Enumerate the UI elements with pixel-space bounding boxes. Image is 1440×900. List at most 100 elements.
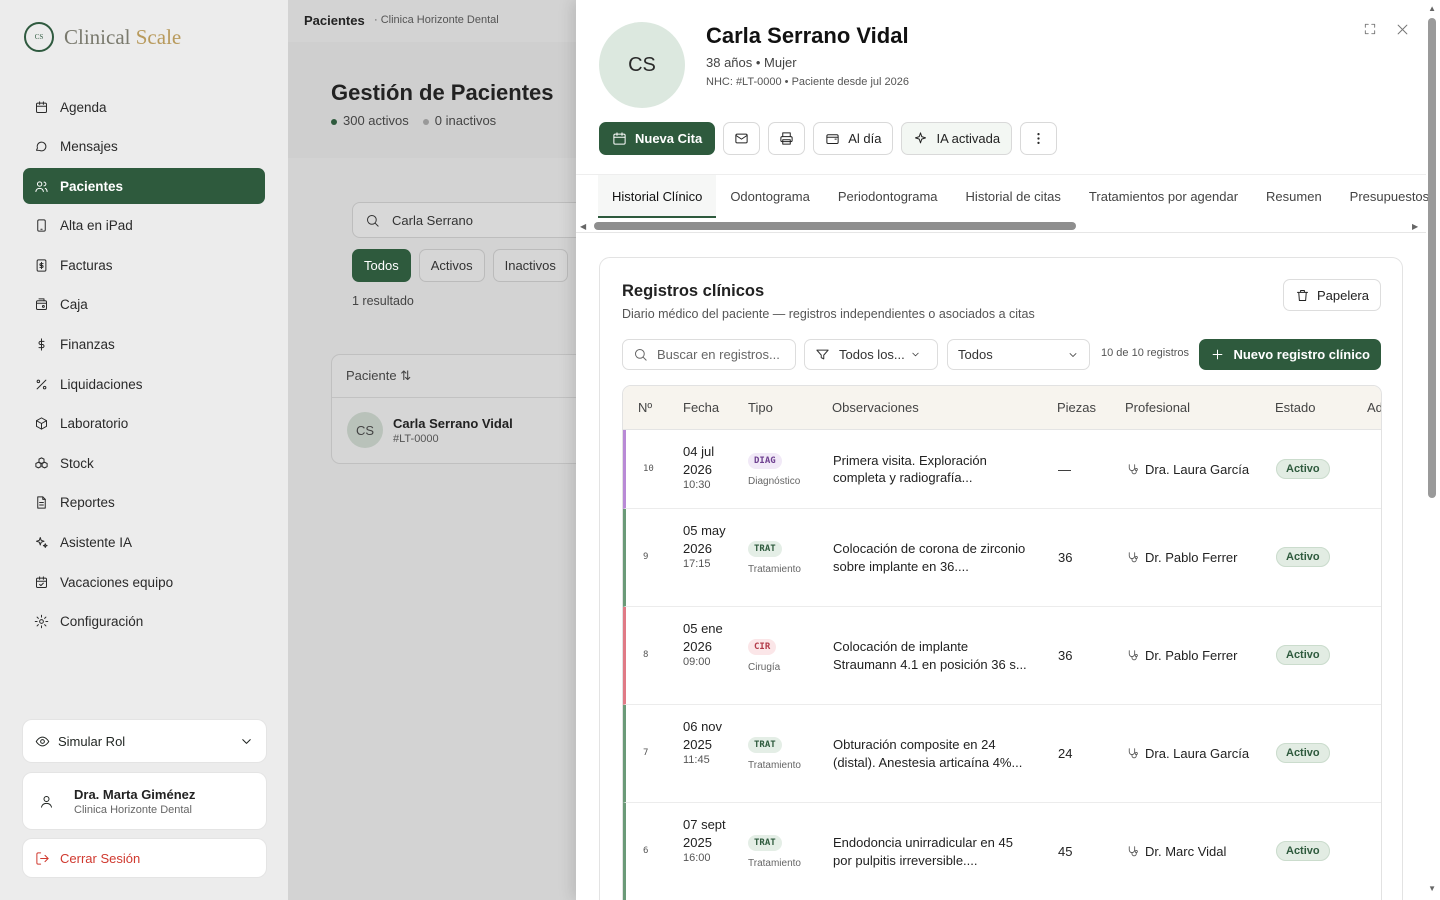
tab-0[interactable]: Historial Clínico [598, 175, 717, 218]
more-options-button[interactable] [1020, 122, 1058, 155]
record-professional: Dra. Laura García [1126, 746, 1249, 761]
status-badge: Activo [1276, 458, 1330, 479]
tab-6[interactable]: Presupuestos [1336, 175, 1440, 218]
sidebar-item-label: Pacientes [60, 178, 124, 194]
tablet-icon [37, 219, 46, 232]
boxes-icon [35, 457, 48, 469]
record-pieces: 36 [1058, 550, 1073, 565]
mail-icon [735, 133, 748, 144]
breadcrumb[interactable]: Pacientes [304, 13, 365, 28]
print-button[interactable] [768, 122, 806, 155]
patient-actions: Nueva Cita Al día IA activada [599, 122, 1058, 155]
records-search-input[interactable]: Buscar en registros... [622, 339, 796, 370]
status-filter-select[interactable]: Todos [947, 339, 1090, 370]
column-header[interactable]: Adj. [1367, 400, 1381, 415]
logout-button[interactable]: Cerrar Sesión [23, 839, 266, 877]
new-record-button[interactable]: Nuevo registro clínico [1199, 339, 1381, 370]
sidebar-item-vacaciones-equipo[interactable]: Vacaciones equipo [23, 564, 265, 600]
tab-3[interactable]: Historial de citas [952, 175, 1075, 218]
report-icon [37, 496, 46, 510]
payment-status-button[interactable]: Al día [813, 122, 894, 155]
user-name: Dra. Marta Giménez [74, 786, 196, 802]
chevron-down-icon [242, 738, 251, 744]
table-row[interactable]: 6 07 sept 2025 16:00 TRAT Tratamiento Endodon… [623, 803, 1381, 900]
column-header[interactable]: Piezas [1057, 400, 1096, 415]
calendar-icon [36, 100, 47, 113]
tabs-scrollbar[interactable] [594, 222, 1076, 230]
filter-inactivos[interactable]: Inactivos [492, 249, 568, 282]
printer-icon [780, 132, 793, 145]
trash-button[interactable]: Papelera [1282, 279, 1381, 311]
column-patient[interactable]: Paciente ⇅ [332, 355, 590, 398]
close-icon[interactable] [1395, 22, 1410, 37]
column-header[interactable]: Estado [1275, 400, 1315, 415]
sidebar-item-mensajes[interactable]: Mensajes [23, 129, 265, 165]
new-appointment-button[interactable]: Nueva Cita [599, 122, 716, 155]
table-row[interactable]: CS Carla Serrano Vidal #LT-0000 [332, 398, 590, 448]
table-row[interactable]: 10 04 jul 2026 10:30 DIAG Diagnóstico Primera… [623, 430, 1381, 509]
record-number: 10 [643, 463, 654, 474]
type-filter-select[interactable]: Todos los... [804, 339, 938, 370]
scroll-down-icon[interactable]: ▼ [1428, 884, 1436, 893]
drawer-scrollbar[interactable] [1428, 18, 1436, 498]
column-header[interactable]: Fecha [683, 400, 719, 415]
result-count: 1 resultado [352, 294, 414, 308]
tab-2[interactable]: Periodontograma [824, 175, 952, 218]
record-professional: Dra. Laura García [1126, 462, 1249, 477]
records-count: 10 de 10 registros [1101, 347, 1190, 359]
sidebar-item-agenda[interactable]: Agenda [23, 89, 265, 125]
filter-todos[interactable]: Todos [352, 249, 411, 282]
scroll-left-icon[interactable]: ◀ [580, 222, 586, 231]
record-time: 09:00 [683, 656, 711, 668]
wallet-icon [826, 134, 839, 144]
sidebar-item-pacientes[interactable]: Pacientes [23, 168, 265, 205]
table-row[interactable]: 8 05 ene 2026 09:00 CIR Cirugía Colocación de… [623, 607, 1381, 705]
record-type: CIR Cirugía [748, 636, 780, 673]
records-table-header: Nº Fecha Tipo Observaciones Piezas Profesiona… [623, 386, 1381, 430]
patient-search-input[interactable]: Carla Serrano [352, 202, 612, 238]
logo-text: Clinical Scale [64, 24, 182, 49]
sidebar-item-finanzas[interactable]: Finanzas [23, 327, 265, 363]
column-header[interactable]: Tipo [748, 400, 773, 415]
search-icon [367, 214, 379, 227]
column-header[interactable]: Profesional [1125, 400, 1190, 415]
sidebar-item-facturas[interactable]: Facturas [23, 247, 265, 283]
scroll-up-icon[interactable]: ▲ [1428, 4, 1436, 13]
sidebar-item-configuracion[interactable]: Configuración [23, 604, 265, 640]
sidebar-item-reportes[interactable]: Reportes [23, 485, 265, 521]
page-title: Gestión de Pacientes [331, 80, 554, 105]
expand-icon[interactable] [1363, 22, 1377, 36]
sidebar-item-liquidaciones[interactable]: Liquidaciones [23, 366, 265, 402]
sidebar-item-alta-en-ipad[interactable]: Alta en iPad [23, 208, 265, 244]
app-logo[interactable]: CS Clinical Scale [24, 22, 181, 52]
simulate-role-select[interactable]: Simular Rol [23, 720, 266, 762]
record-time: 17:15 [683, 558, 711, 570]
record-type: TRAT Tratamiento [748, 832, 801, 869]
records-search-placeholder: Buscar en registros... [657, 347, 780, 362]
tab-list: Historial Clínico Odontograma Periodontogr… [598, 175, 1440, 218]
sidebar-item-asistente-ia[interactable]: Asistente IA [23, 525, 265, 561]
status-badge: Activo [1276, 645, 1330, 665]
percent-icon [36, 379, 47, 390]
tab-1[interactable]: Odontograma [716, 175, 824, 218]
email-button[interactable] [723, 122, 761, 155]
simulate-role-label: Simular Rol [58, 733, 126, 749]
record-professional: Dr. Marc Vidal [1126, 844, 1226, 859]
column-header[interactable]: Observaciones [832, 400, 919, 415]
filter-activos[interactable]: Activos [418, 249, 485, 282]
table-row[interactable]: 7 06 nov 2025 11:45 TRAT Tratamiento Obturaci… [623, 705, 1381, 803]
user-profile-card[interactable]: Dra. Marta Giménez Clinica Horizonte Den… [23, 773, 266, 829]
column-header[interactable]: Nº [638, 400, 652, 415]
scroll-right-icon[interactable]: ▶ [1412, 222, 1418, 231]
ai-toggle-button[interactable]: IA activada [901, 122, 1013, 155]
sidebar-item-caja[interactable]: Caja [23, 287, 265, 323]
tab-5[interactable]: Resumen [1252, 175, 1336, 218]
sidebar-item-stock[interactable]: Stock [23, 445, 265, 481]
breadcrumb-clinic: · Clinica Horizonte Dental [374, 14, 499, 26]
table-row[interactable]: 9 05 may 2026 17:15 TRAT Tratamiento Colocaci… [623, 509, 1381, 607]
record-number: 9 [643, 552, 649, 562]
tab-4[interactable]: Tratamientos por agendar [1075, 175, 1252, 218]
sidebar-item-laboratorio[interactable]: Laboratorio [23, 406, 265, 442]
type-badge: TRAT [748, 835, 782, 851]
record-status: Activo [1276, 547, 1330, 567]
